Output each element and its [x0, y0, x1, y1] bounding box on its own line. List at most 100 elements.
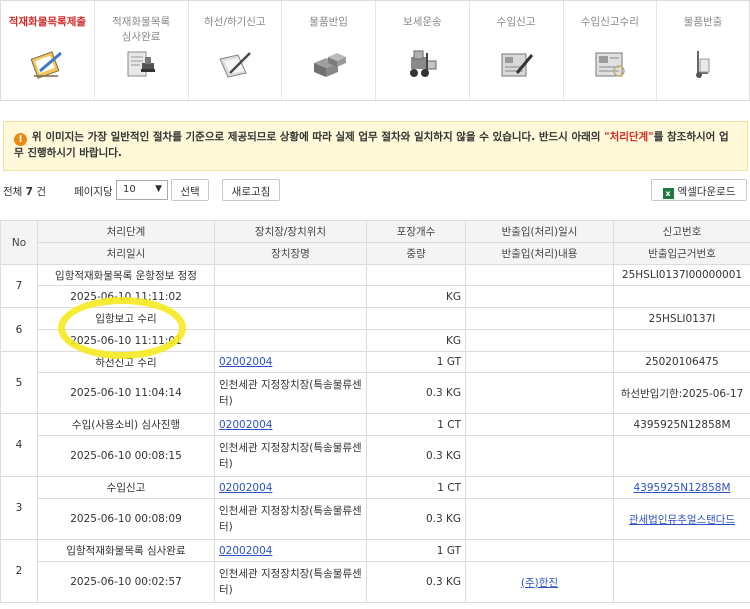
step-tab-import-declaration[interactable]: 수입신고 [468, 1, 563, 100]
row-inout-datetime [465, 539, 614, 562]
total-count: 전체 7 건 [3, 184, 46, 199]
step-tab-manifest-review[interactable]: 적재화물목록 심사완료 [93, 1, 188, 100]
excel-download-button[interactable]: x 엑셀다운로드 [651, 179, 747, 201]
step-tab-bonded-transport[interactable]: 보세운송 [375, 1, 469, 100]
company-link[interactable]: (주)한진 [521, 577, 558, 589]
location-code-link[interactable]: 02002004 [219, 419, 272, 431]
step-label: 수입신고 [496, 16, 536, 28]
row-package-count: 1 CT [366, 476, 466, 499]
row-basis-number [613, 561, 750, 603]
col-header-weight: 중량 [366, 242, 466, 265]
processing-history-table: No 처리단계 장치장/장치위치 포장개수 반출입(처리)일시 신고번호 처리일… [0, 220, 750, 603]
step-tab-unloading-report[interactable]: 하선/하기신고 [187, 1, 282, 100]
select-button[interactable]: 선택 [171, 179, 209, 201]
row-step: 하선신고 수리 [37, 351, 215, 373]
col-header-process-datetime: 처리일시 [37, 242, 215, 265]
row-inout-datetime [465, 351, 614, 373]
step-label: 수입신고수리 [580, 16, 639, 28]
notice-highlight: "처리단계" [604, 131, 654, 143]
row-datetime: 2025-06-10 11:11:02 [37, 285, 215, 308]
table-row: 2025-06-10 11:11:02 KG [1, 285, 750, 308]
col-header-report-number: 신고번호 [613, 220, 750, 243]
location-code-link[interactable]: 02002004 [219, 482, 272, 494]
process-steps: 적재화물목록제출 적재화물목록 심사완료 하선/하기신고 물품반입 보세운송 수… [0, 0, 750, 101]
col-header-basis-number: 반출입근거번호 [613, 242, 750, 265]
row-inout-content [465, 435, 614, 477]
form-pen-icon [501, 53, 534, 77]
row-report-number: 25HSLI0137I00000001 [613, 264, 750, 286]
row-no: 7 [0, 264, 38, 308]
boxes-icon [313, 53, 346, 77]
row-location-name: 인천세관 지정장치장(특송물류센터) [214, 435, 367, 477]
step-tab-manifest-submit[interactable]: 적재화물목록제출 [0, 1, 94, 100]
table-row: 7 입항적재화물목록 운항정보 정정 25HSLI0137I00000001 [0, 264, 750, 308]
per-page-label: 페이지당 [74, 186, 113, 198]
row-datetime: 2025-06-10 11:11:01 [37, 329, 215, 352]
step-tab-goods-release[interactable]: 물품반출 [656, 1, 750, 100]
row-report-number-cell: 4395925N12858M [613, 476, 750, 499]
per-page-value: 10 [123, 184, 136, 195]
header-row: 처리일시 장치장명 중량 반출입(처리)내용 반출입근거번호 [1, 242, 750, 265]
table-row: 2025-06-10 00:08:09 인천세관 지정장치장(특송물류센터) 0… [1, 498, 750, 540]
row-inout-datetime [465, 307, 614, 330]
clipboard-pencil-icon [30, 51, 63, 79]
location-code-link[interactable]: 02002004 [219, 545, 272, 557]
col-header-no: No [0, 220, 38, 265]
row-datetime: 2025-06-10 00:02:57 [37, 561, 215, 603]
row-location-name: 인천세관 지정장치장(특송물류센터) [214, 561, 367, 603]
row-inout-content [465, 329, 614, 352]
header-row: No 처리단계 장치장/장치위치 포장개수 반출입(처리)일시 신고번호 [0, 220, 750, 265]
excel-download-label: 엑셀다운로드 [677, 186, 736, 198]
row-package-count: 1 GT [366, 351, 466, 373]
row-weight: 0.3 KG [366, 498, 466, 540]
table-row: 3 수입신고 02002004 1 CT 4395925N12858M [0, 476, 750, 540]
step-tab-import-approval[interactable]: 수입신고수리 [562, 1, 657, 100]
row-step: 수입신고 [37, 476, 215, 499]
row-location-name [214, 329, 367, 352]
row-package-count: 1 GT [366, 539, 466, 562]
row-inout-datetime [465, 413, 614, 436]
row-datetime: 2025-06-10 00:08:09 [37, 498, 215, 540]
total-prefix: 전체 [3, 186, 23, 198]
refresh-button[interactable]: 새로고침 [222, 179, 280, 201]
step-label: 물품반출 [683, 16, 723, 28]
row-basis-number [613, 285, 750, 308]
chevron-down-icon: ▼ [155, 184, 162, 194]
col-header-inout-content: 반출입(처리)내용 [465, 242, 614, 265]
approved-form-icon [595, 52, 625, 77]
row-no: 4 [0, 413, 38, 477]
col-header-location-name: 장치장명 [214, 242, 367, 265]
step-tab-goods-carry-in[interactable]: 물품반입 [281, 1, 375, 100]
row-inout-content-cell: (주)한진 [465, 561, 614, 603]
row-package-count [366, 307, 466, 330]
location-code-link[interactable]: 02002004 [219, 356, 272, 368]
row-weight: KG [366, 285, 466, 308]
row-inout-content [465, 372, 614, 414]
step-label: 보세운송 [403, 16, 442, 28]
list-toolbar: 전체 7 건 페이지당 10 ▼ 선택 새로고침 x 엑셀다운로드 [0, 179, 750, 201]
row-weight: 0.3 KG [366, 561, 466, 603]
customs-broker-link[interactable]: 관세법인뮤추얼스탠다드 [629, 514, 735, 526]
row-inout-content [465, 285, 614, 308]
table-row: 4 수입(사용소비) 심사진행 02002004 1 CT 4395925N12… [0, 413, 750, 477]
row-no: 3 [0, 476, 38, 540]
row-location-code-cell: 02002004 [214, 413, 367, 436]
document-stamp-icon [127, 51, 156, 77]
row-step: 입항적재화물목록 심사완료 [37, 539, 215, 562]
row-basis-number: 하선반입기한:2025-06-17 [613, 372, 750, 414]
row-report-number: 25020106475 [613, 351, 750, 373]
row-location-code-cell: 02002004 [214, 351, 367, 373]
row-package-count [366, 264, 466, 286]
row-weight: 0.3 KG [366, 435, 466, 477]
table-row: 2025-06-10 11:11:01 KG [1, 329, 750, 352]
folder-pencil-icon [219, 52, 251, 78]
row-step: 입항보고 수리 [37, 307, 215, 330]
row-location-name: 인천세관 지정장치장(특송물류센터) [214, 498, 367, 540]
table-row: 2025-06-10 11:04:14 인천세관 지정장치장(특송물류센터) 0… [1, 372, 750, 414]
procedure-notice: ! 위 이미지는 가장 일반적인 절차를 기준으로 제공되므로 상황에 따라 실제… [3, 121, 748, 171]
total-suffix: 건 [36, 186, 46, 198]
table-row: 2025-06-10 00:08:15 인천세관 지정장치장(특송물류센터) 0… [1, 435, 750, 477]
col-header-package-count: 포장개수 [366, 220, 466, 243]
per-page-select[interactable]: 10 ▼ [116, 180, 168, 200]
report-number-link[interactable]: 4395925N12858M [633, 482, 730, 494]
